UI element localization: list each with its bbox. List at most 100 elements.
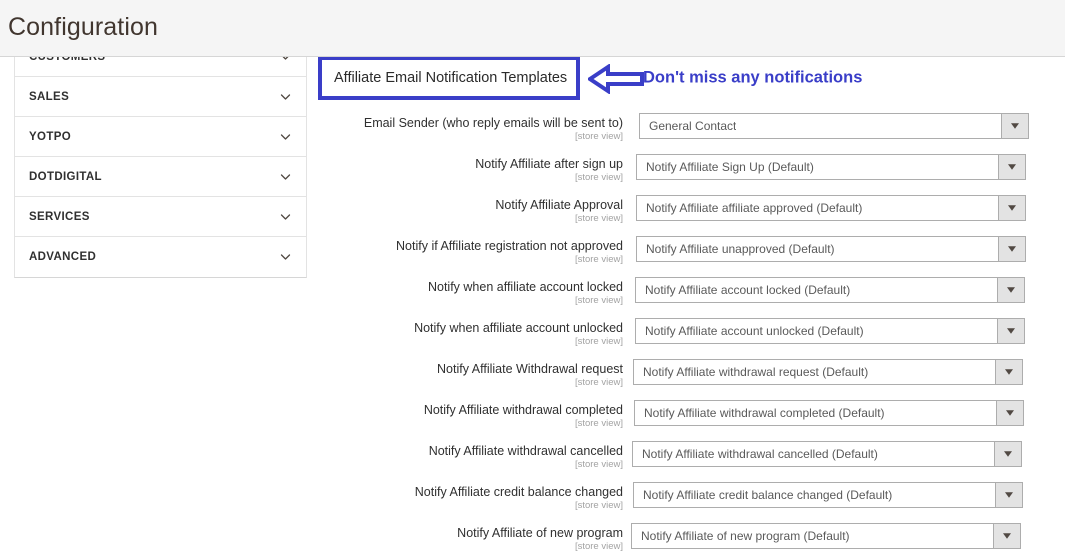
- form-row: Notify Affiliate Approval [store view] Not…: [318, 194, 1048, 235]
- field-label-group: Notify Affiliate withdrawal completed [st…: [283, 403, 623, 430]
- field-scope-label: [store view]: [574, 418, 623, 429]
- field-label-group: Notify Affiliate credit balance changed[…: [283, 485, 623, 512]
- field-label: Notify Affiliate credit balance changed: [414, 485, 623, 499]
- sidebar-item-label: DOTDIGITAL: [29, 170, 102, 183]
- field-label-group: Email Sender (who reply emails will be s…: [283, 116, 623, 143]
- form-row: Notify Affiliate credit balance changed[…: [318, 481, 1048, 522]
- field-label-group: Notify Affiliate withdrawal cancelled [st…: [283, 444, 623, 471]
- annotation-text: Don't miss any notifications: [643, 68, 863, 87]
- arrow-left-icon: [588, 64, 644, 94]
- page-title: Configuration: [8, 13, 159, 41]
- field-label: Notify Affiliate withdrawal cancelled: [428, 444, 623, 458]
- field-label-group: Notify Affiliate Withdrawal request [stor…: [283, 362, 623, 389]
- field-scope-label: [store view]: [574, 295, 623, 306]
- chevron-down-icon[interactable]: [993, 523, 1021, 549]
- form-row: Notify Affiliate of new program [store vi…: [318, 522, 1048, 557]
- select-value: Notify Affiliate affiliate approved (Def…: [646, 201, 863, 215]
- field-scope-label: [store view]: [574, 459, 623, 470]
- field-scope-label: [store view]: [574, 213, 623, 224]
- select-value: Notify Affiliate of new program (Default…: [641, 529, 850, 543]
- field-label-group: Notify Affiliate of new program [store vi…: [283, 526, 623, 553]
- field-label: Notify when affiliate account locked: [427, 280, 623, 294]
- configuration-page: Affiliate Email Notification Templates D…: [0, 0, 1065, 557]
- select-dropdown[interactable]: Notify Affiliate withdrawal cancelled (D…: [632, 441, 1022, 467]
- chevron-down-icon[interactable]: [998, 154, 1026, 180]
- chevron-down-icon[interactable]: [995, 482, 1023, 508]
- field-label: Notify Affiliate of new program: [457, 526, 623, 540]
- field-scope-label: [store view]: [574, 500, 623, 511]
- sidebar-item-dotdigital[interactable]: DOTDIGITAL: [15, 157, 306, 197]
- chevron-down-icon[interactable]: [994, 441, 1022, 467]
- select-value: Notify Affiliate withdrawal completed (D…: [644, 406, 885, 420]
- section-heading-highlight-box[interactable]: Affiliate Email Notification Templates: [318, 56, 580, 100]
- form-row: Notify Affiliate withdrawal completed [st…: [318, 399, 1048, 440]
- form-row: Notify if Affiliate registration not app…: [318, 235, 1048, 276]
- sidebar-item-yotpo[interactable]: YOTPO: [15, 117, 306, 157]
- chevron-down-icon: [279, 210, 292, 223]
- select-value: Notify Affiliate account locked (Default…: [645, 283, 851, 297]
- field-label: Notify Affiliate Approval: [495, 198, 623, 212]
- field-scope-label: [store view]: [574, 377, 623, 388]
- form-row: Notify Affiliate withdrawal cancelled [st…: [318, 440, 1048, 481]
- select-value: General Contact: [649, 119, 737, 133]
- field-label: Notify Affiliate after sign up: [475, 157, 623, 171]
- page-header: Configuration: [0, 0, 1065, 57]
- form-row: Notify Affiliate Withdrawal request [stor…: [318, 358, 1048, 399]
- select-dropdown[interactable]: General Contact: [639, 113, 1029, 139]
- sidebar-item-label: ADVANCED: [29, 251, 97, 263]
- select-value: Notify Affiliate credit balance changed …: [643, 488, 893, 502]
- field-scope-label: [store view]: [574, 336, 623, 347]
- field-label-group: Notify Affiliate Approval [store view]: [283, 198, 623, 225]
- chevron-down-icon[interactable]: [998, 236, 1026, 262]
- chevron-down-icon[interactable]: [1001, 113, 1029, 139]
- configuration-sidebar: CUSTOMERSSALESYOTPODOTDIGITALSERVICESADV…: [14, 36, 307, 278]
- chevron-down-icon[interactable]: [997, 277, 1025, 303]
- chevron-down-icon[interactable]: [997, 318, 1025, 344]
- chevron-down-icon[interactable]: [996, 400, 1024, 426]
- field-label: Email Sender (who reply emails will be s…: [363, 116, 623, 130]
- select-value: Notify Affiliate Sign Up (Default): [646, 160, 814, 174]
- field-scope-label: [store view]: [574, 131, 623, 142]
- select-dropdown[interactable]: Notify Affiliate unapproved (Default): [636, 236, 1026, 262]
- field-scope-label: [store view]: [574, 172, 623, 183]
- field-scope-label: [store view]: [574, 254, 623, 265]
- select-value: Notify Affiliate unapproved (Default): [646, 242, 835, 256]
- chevron-down-icon: [279, 170, 292, 183]
- field-scope-label: [store view]: [574, 541, 623, 552]
- sidebar-item-label: SERVICES: [29, 210, 90, 223]
- field-label-group: Notify Affiliate after sign up [store vie…: [283, 157, 623, 184]
- select-dropdown[interactable]: Notify Affiliate withdrawal completed (D…: [634, 400, 1024, 426]
- select-dropdown[interactable]: Notify Affiliate account unlocked (Defau…: [635, 318, 1025, 344]
- select-dropdown[interactable]: Notify Affiliate account locked (Default…: [635, 277, 1025, 303]
- select-dropdown[interactable]: Notify Affiliate affiliate approved (Def…: [636, 195, 1026, 221]
- select-value: Notify Affiliate account unlocked (Defau…: [645, 324, 864, 338]
- chevron-down-icon: [279, 251, 292, 264]
- sidebar-item-sales[interactable]: SALES: [15, 77, 306, 117]
- sidebar-item-advanced[interactable]: ADVANCED: [15, 237, 306, 277]
- form-row: Email Sender (who reply emails will be s…: [318, 112, 1048, 153]
- settings-form: Email Sender (who reply emails will be s…: [318, 112, 1048, 557]
- select-dropdown[interactable]: Notify Affiliate Sign Up (Default): [636, 154, 1026, 180]
- chevron-down-icon[interactable]: [995, 359, 1023, 385]
- form-row: Notify Affiliate after sign up [store vie…: [318, 153, 1048, 194]
- field-label: Notify Affiliate withdrawal completed: [423, 403, 623, 417]
- field-label: Notify if Affiliate registration not app…: [396, 239, 623, 253]
- form-row: Notify when affiliate account unlocked [s…: [318, 317, 1048, 358]
- sidebar-item-label: SALES: [29, 90, 70, 103]
- field-label: Notify when affiliate account unlocked: [414, 321, 623, 335]
- chevron-down-icon[interactable]: [998, 195, 1026, 221]
- field-label-group: Notify when affiliate account unlocked [s…: [283, 321, 623, 348]
- sidebar-item-label: YOTPO: [29, 130, 72, 143]
- chevron-down-icon: [279, 90, 292, 103]
- section-heading-title: Affiliate Email Notification Templates: [334, 70, 568, 86]
- chevron-down-icon: [279, 130, 292, 143]
- sidebar-item-services[interactable]: SERVICES: [15, 197, 306, 237]
- field-label: Notify Affiliate Withdrawal request: [437, 362, 623, 376]
- select-value: Notify Affiliate withdrawal cancelled (D…: [642, 447, 878, 461]
- select-dropdown[interactable]: Notify Affiliate of new program (Default…: [631, 523, 1021, 549]
- select-value: Notify Affiliate withdrawal request (Def…: [643, 365, 869, 379]
- field-label-group: Notify when affiliate account locked [sto…: [283, 280, 623, 307]
- select-dropdown[interactable]: Notify Affiliate credit balance changed …: [633, 482, 1023, 508]
- select-dropdown[interactable]: Notify Affiliate withdrawal request (Def…: [633, 359, 1023, 385]
- field-label-group: Notify if Affiliate registration not app…: [283, 239, 623, 266]
